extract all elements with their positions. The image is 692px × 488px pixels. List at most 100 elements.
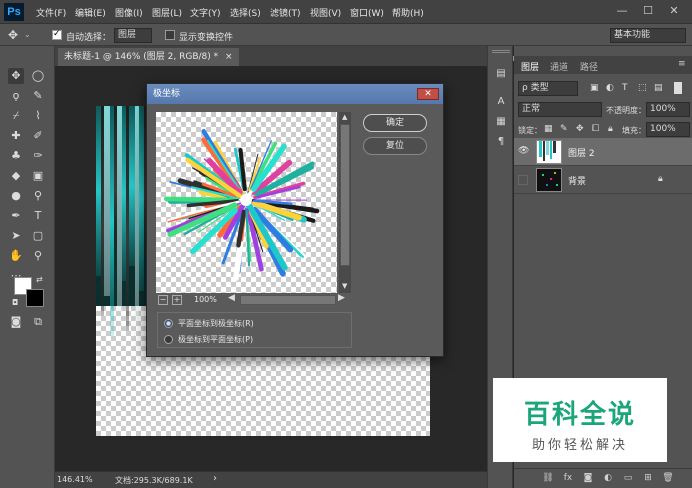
default-colors-icon[interactable]: ◘ bbox=[12, 298, 18, 307]
menu-filter[interactable]: 滤镜(T) bbox=[270, 6, 301, 19]
zoom-in-button[interactable]: + bbox=[172, 295, 182, 305]
zoom-readout[interactable]: 146.41% bbox=[57, 475, 93, 484]
dialog-close-button[interactable]: ✕ bbox=[417, 88, 439, 100]
reset-button[interactable]: 复位 bbox=[363, 137, 427, 155]
maximize-button[interactable]: ☐ bbox=[638, 2, 658, 20]
menu-select[interactable]: 选择(S) bbox=[230, 6, 261, 19]
show-transform-checkbox[interactable] bbox=[165, 30, 175, 40]
menu-layer[interactable]: 图层(L) bbox=[152, 6, 182, 19]
background-color-swatch[interactable] bbox=[26, 289, 44, 307]
crop-tool-icon[interactable]: ⌿ bbox=[8, 108, 24, 124]
brush-tool-icon[interactable]: ✐ bbox=[30, 128, 46, 144]
radio-polar-to-rect[interactable] bbox=[164, 335, 173, 344]
radio-rect-to-polar[interactable] bbox=[164, 319, 173, 328]
paragraph-panel-icon[interactable]: ¶ bbox=[495, 136, 507, 148]
folder-icon[interactable]: ▭ bbox=[622, 472, 634, 484]
hand-tool-icon[interactable]: ✋ bbox=[8, 248, 24, 264]
dialog-title-bar[interactable]: 极坐标 bbox=[147, 84, 443, 104]
workspace-dropdown[interactable]: 基本功能 bbox=[610, 28, 686, 43]
dock-grip-icon[interactable] bbox=[492, 50, 510, 53]
visibility-toggle[interactable] bbox=[518, 175, 528, 185]
tab-paths[interactable]: 路径 bbox=[580, 60, 598, 73]
pixel-filter-icon[interactable]: ▣ bbox=[590, 83, 599, 93]
auto-select-target-dropdown[interactable]: 图层 bbox=[114, 28, 152, 43]
lasso-tool-icon[interactable]: ϙ bbox=[8, 88, 24, 104]
tab-channels[interactable]: 通道 bbox=[550, 60, 568, 73]
opacity-input[interactable]: 100% bbox=[646, 102, 690, 117]
shape-tool-icon[interactable]: ▢ bbox=[30, 228, 46, 244]
chevron-down-icon[interactable]: ⌄ bbox=[24, 30, 31, 39]
panel-menu-icon[interactable]: ≡ bbox=[678, 59, 686, 69]
type-filter-icon[interactable]: T bbox=[622, 83, 628, 93]
auto-select-checkbox[interactable] bbox=[52, 29, 62, 40]
eyedropper-tool-icon[interactable]: ⌇ bbox=[30, 108, 46, 124]
zoom-tool-icon[interactable]: ⚲ bbox=[30, 248, 46, 264]
status-menu-arrow[interactable]: › bbox=[213, 473, 217, 484]
radio-polar-to-rect-label[interactable]: 极坐标到平面坐标(P) bbox=[178, 334, 253, 345]
scroll-left-icon[interactable]: ◀ bbox=[228, 293, 235, 303]
shape-filter-icon[interactable]: ⬚ bbox=[638, 83, 647, 93]
pen-tool-icon[interactable]: ✒ bbox=[8, 208, 24, 224]
layer-name[interactable]: 图层 2 bbox=[568, 146, 595, 159]
filter-kind-dropdown[interactable]: ρ 类型 bbox=[518, 81, 578, 96]
path-select-tool-icon[interactable]: ➤ bbox=[8, 228, 24, 244]
menu-image[interactable]: 图像(I) bbox=[115, 6, 143, 19]
preview-vertical-scrollbar[interactable]: ▲ ▼ bbox=[339, 112, 351, 293]
preview-horizontal-scrollbar[interactable] bbox=[240, 295, 336, 305]
trash-icon[interactable]: 🗑︎ bbox=[662, 472, 674, 484]
screen-mode-icon[interactable]: ⧉ bbox=[30, 314, 46, 330]
marquee-tool-icon[interactable]: ◯ bbox=[30, 68, 46, 84]
smart-object-filter-icon[interactable]: ▤ bbox=[654, 83, 663, 93]
menu-window[interactable]: 窗口(W) bbox=[350, 6, 384, 19]
menu-edit[interactable]: 编辑(E) bbox=[75, 6, 106, 19]
swap-colors-icon[interactable]: ⇄ bbox=[36, 275, 43, 284]
move-tool-icon[interactable]: ✥ bbox=[8, 68, 24, 84]
filter-toggle[interactable] bbox=[674, 82, 682, 94]
properties-panel-icon[interactable]: ▦ bbox=[495, 116, 507, 128]
menu-help[interactable]: 帮助(H) bbox=[392, 6, 424, 19]
radio-rect-to-polar-label[interactable]: 平面坐标到极坐标(R) bbox=[178, 318, 254, 329]
lock-pixels-icon[interactable]: ✎ bbox=[560, 124, 568, 134]
lock-artboard-icon[interactable]: ⧠ bbox=[592, 124, 599, 134]
adjustment-filter-icon[interactable]: ◐ bbox=[606, 83, 614, 93]
close-icon[interactable]: × bbox=[225, 52, 233, 62]
fill-input[interactable]: 100% bbox=[646, 122, 690, 137]
quick-mask-icon[interactable]: ◙ bbox=[8, 314, 24, 330]
character-panel-icon[interactable]: A bbox=[495, 96, 507, 108]
scroll-right-icon[interactable]: ▶ bbox=[338, 293, 345, 303]
eye-icon[interactable]: 👁︎ bbox=[518, 146, 529, 156]
filter-preview[interactable] bbox=[156, 112, 337, 293]
fx-icon[interactable]: fx bbox=[562, 472, 574, 484]
minimize-button[interactable]: — bbox=[612, 2, 632, 20]
new-layer-icon[interactable]: ⊞ bbox=[642, 472, 654, 484]
move-tool-icon[interactable]: ✥ bbox=[8, 28, 18, 42]
dodge-tool-icon[interactable]: ⚲ bbox=[30, 188, 46, 204]
ok-button[interactable]: 确定 bbox=[363, 114, 427, 132]
menu-file[interactable]: 文件(F) bbox=[36, 6, 66, 19]
healing-brush-tool-icon[interactable]: ✚ bbox=[8, 128, 24, 144]
tab-layers[interactable]: 图层 bbox=[521, 60, 539, 73]
menu-view[interactable]: 视图(V) bbox=[310, 6, 341, 19]
lock-all-icon[interactable]: 🔒︎ bbox=[608, 124, 613, 134]
adjustment-icon[interactable]: ◐ bbox=[602, 472, 614, 484]
clone-stamp-tool-icon[interactable]: ♣ bbox=[8, 148, 24, 164]
menu-type[interactable]: 文字(Y) bbox=[190, 6, 221, 19]
type-tool-icon[interactable]: T bbox=[30, 208, 46, 224]
link-icon[interactable]: ⛓︎ bbox=[542, 472, 554, 484]
blur-tool-icon[interactable]: ● bbox=[8, 188, 24, 204]
layer-row-background[interactable]: 背景 🔒︎ bbox=[514, 166, 692, 194]
history-panel-icon[interactable]: ▤ bbox=[495, 68, 507, 80]
history-brush-tool-icon[interactable]: ✑ bbox=[30, 148, 46, 164]
zoom-out-button[interactable]: − bbox=[158, 295, 168, 305]
gradient-tool-icon[interactable]: ▣ bbox=[30, 168, 46, 184]
close-window-button[interactable]: ✕ bbox=[664, 2, 684, 20]
mask-icon[interactable]: ◙ bbox=[582, 472, 594, 484]
quick-select-tool-icon[interactable]: ✎ bbox=[30, 88, 46, 104]
document-tab[interactable]: 未标题-1 @ 146% (图层 2, RGB/8) * × bbox=[58, 48, 239, 66]
lock-position-icon[interactable]: ✥ bbox=[576, 124, 584, 134]
layer-name[interactable]: 背景 bbox=[568, 174, 586, 187]
blend-mode-dropdown[interactable]: 正常 bbox=[518, 102, 602, 117]
lock-transparent-icon[interactable]: ▦ bbox=[544, 124, 553, 134]
layer-row-layer2[interactable]: 👁︎ 图层 2 bbox=[514, 138, 692, 166]
eraser-tool-icon[interactable]: ◆ bbox=[8, 168, 24, 184]
